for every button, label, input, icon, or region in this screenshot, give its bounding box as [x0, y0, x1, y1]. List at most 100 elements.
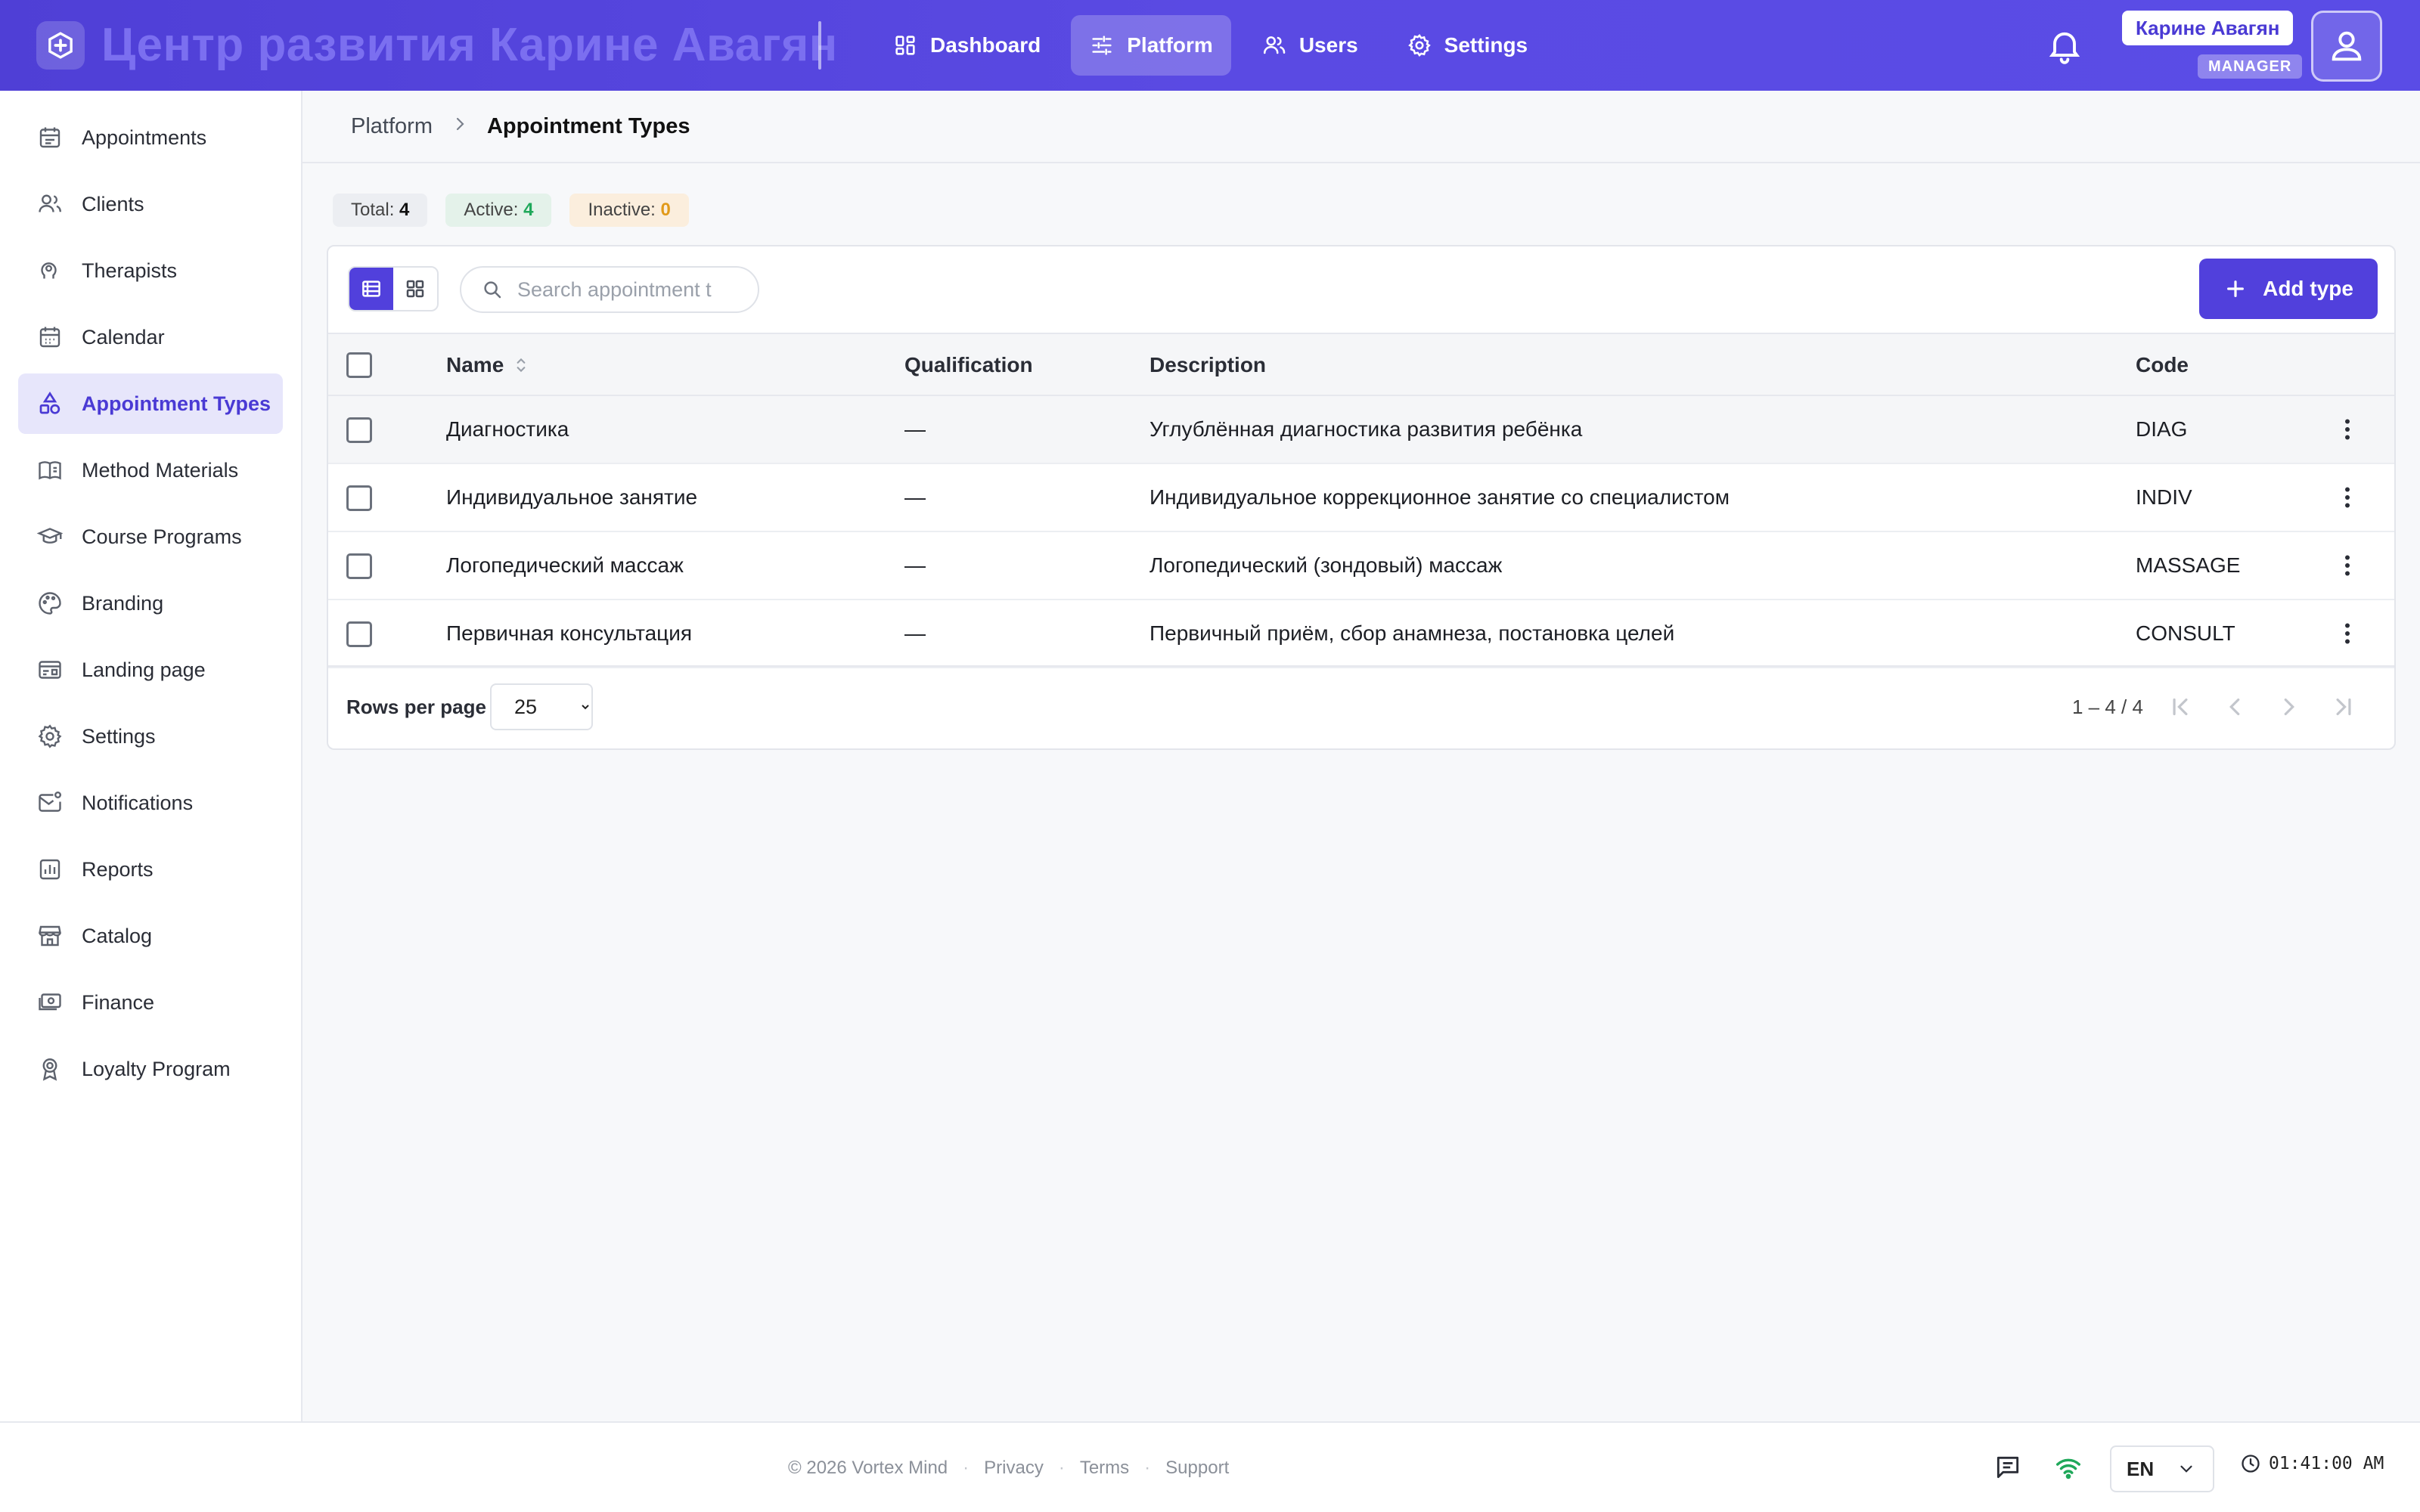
sidebar-item-course-programs[interactable]: Course Programs [18, 507, 283, 567]
sidebar-item-finance[interactable]: Finance [18, 972, 283, 1033]
sidebar-item-catalog[interactable]: Catalog [18, 906, 283, 966]
language-value: EN [2127, 1457, 2155, 1480]
stat-inactive-label: Inactive: [588, 200, 656, 220]
row-checkbox[interactable] [346, 621, 372, 647]
sidebar-item-label: Reports [82, 857, 154, 881]
clock: 01:41:00 AM [2240, 1453, 2384, 1474]
sort-icon [517, 358, 526, 373]
sidebar-item-label: Therapists [82, 259, 178, 282]
sidebar-item-label: Loyalty Program [82, 1057, 231, 1080]
breadcrumb-current: Appointment Types [486, 113, 690, 138]
users-icon [1263, 36, 1286, 54]
cell-qualification: — [904, 417, 926, 441]
add-type-button[interactable]: Add type [2199, 259, 2378, 319]
sidebar-item-appointments[interactable]: Appointments [18, 107, 283, 168]
add-type-label: Add type [2263, 277, 2353, 300]
column-name-label: Name [446, 353, 504, 376]
list-view-button[interactable] [349, 268, 393, 310]
sidebar-item-label: Settings [82, 724, 156, 748]
grid-view-button[interactable] [393, 268, 437, 310]
stat-total: Total: 4 [333, 194, 428, 227]
sidebar-item-clients[interactable]: Clients [18, 174, 283, 234]
gear-icon [38, 724, 62, 748]
nav-users-label: Users [1298, 33, 1358, 57]
breadcrumb-parent[interactable]: Platform [351, 114, 433, 139]
privacy-link[interactable]: Privacy [984, 1458, 1044, 1479]
cell-code: CONSULT [2136, 621, 2235, 645]
nav-platform[interactable]: Platform [1071, 15, 1231, 76]
table-row[interactable]: Индивидуальное занятие — Индивидуальное … [328, 464, 2394, 532]
search-input[interactable] [517, 277, 729, 302]
row-checkbox[interactable] [346, 485, 372, 511]
row-checkbox[interactable] [346, 553, 372, 579]
sidebar-item-settings[interactable]: Settings [18, 706, 283, 767]
sidebar-item-appointment-types[interactable]: Appointment Types [18, 373, 283, 434]
next-page-icon[interactable] [2275, 692, 2304, 721]
more-vertical-icon[interactable] [2334, 620, 2361, 647]
language-select[interactable]: EN [2110, 1445, 2214, 1492]
reports-icon [39, 859, 60, 880]
select-all-checkbox[interactable] [346, 352, 372, 378]
cell-name: Первичная консультация [446, 621, 692, 645]
sidebar-item-loyalty-program[interactable]: Loyalty Program [18, 1039, 283, 1099]
support-link[interactable]: Support [1165, 1458, 1229, 1479]
nav-users[interactable]: Users [1243, 15, 1376, 76]
rows-per-page-label: Rows per page [346, 696, 486, 718]
grid-view-icon [406, 280, 424, 298]
cell-name: Диагностика [446, 417, 569, 441]
sidebar-item-notifications[interactable]: Notifications [18, 773, 283, 833]
table-header: Name Qualification Description Code [328, 333, 2394, 396]
nav-dashboard[interactable]: Dashboard [874, 15, 1059, 76]
graduation-cap-icon [36, 528, 64, 544]
sidebar-item-label: Appointment Types [82, 392, 271, 415]
sidebar-item-method-materials[interactable]: Method Materials [18, 440, 283, 500]
sidebar-item-reports[interactable]: Reports [18, 839, 283, 900]
column-header-code[interactable]: Code [2136, 334, 2189, 396]
table-row[interactable]: Логопедический массаж — Логопедический (… [328, 532, 2394, 600]
rows-per-page-select[interactable]: 25 [490, 683, 593, 730]
wifi-icon [2056, 1458, 2080, 1479]
more-vertical-icon[interactable] [2334, 552, 2361, 579]
sidebar-item-label: Finance [82, 990, 155, 1014]
appointments-icon [39, 127, 60, 148]
stat-active-label: Active: [464, 200, 519, 220]
stat-active-value: 4 [523, 200, 534, 220]
copyright: © 2026 Vortex Mind [788, 1458, 948, 1478]
column-header-qualification[interactable]: Qualification [904, 334, 1033, 396]
money-icon [39, 993, 61, 1011]
sidebar: Appointments Clients Therapists Calendar… [0, 91, 302, 1421]
previous-page-icon[interactable] [2220, 692, 2249, 721]
bell-icon[interactable] [2045, 26, 2084, 65]
gear-icon [1407, 34, 1431, 57]
more-vertical-icon[interactable] [2334, 484, 2361, 511]
clock-time: 01:41:00 AM [2269, 1454, 2384, 1473]
last-page-icon[interactable] [2329, 692, 2358, 721]
cell-name: Логопедический массаж [446, 553, 684, 577]
avatar[interactable] [2311, 11, 2382, 82]
column-header-description[interactable]: Description [1150, 334, 1266, 396]
sidebar-item-calendar[interactable]: Calendar [18, 307, 283, 367]
table-row[interactable]: Первичная консультация — Первичный приём… [328, 600, 2394, 668]
mail-icon [39, 791, 61, 812]
user-name-chip[interactable]: Карине Авагян [2122, 11, 2294, 45]
sidebar-item-landing-page[interactable]: Landing page [18, 640, 283, 700]
plus-icon [2227, 280, 2245, 297]
logo-icon[interactable] [36, 21, 85, 70]
more-vertical-icon[interactable] [2334, 416, 2361, 443]
store-icon [39, 925, 61, 947]
sidebar-item-therapists[interactable]: Therapists [18, 240, 283, 301]
row-checkbox[interactable] [346, 417, 372, 443]
table-row[interactable]: Диагностика — Углублённая диагностика ра… [328, 396, 2394, 464]
page-footer: © 2026 Vortex Mind · Privacy · Terms · S… [0, 1421, 2420, 1512]
chat-icon[interactable] [1993, 1453, 2022, 1482]
sidebar-item-branding[interactable]: Branding [18, 573, 283, 634]
dashboard-icon [895, 36, 915, 55]
nav-dashboard-label: Dashboard [930, 33, 1041, 57]
column-header-name[interactable]: Name [446, 334, 531, 396]
cell-code: DIAG [2136, 417, 2188, 441]
terms-link[interactable]: Terms [1080, 1458, 1129, 1479]
stat-active: Active: 4 [445, 194, 552, 227]
sidebar-item-label: Landing page [82, 658, 206, 681]
first-page-icon[interactable] [2166, 692, 2195, 721]
nav-settings[interactable]: Settings [1388, 15, 1546, 76]
